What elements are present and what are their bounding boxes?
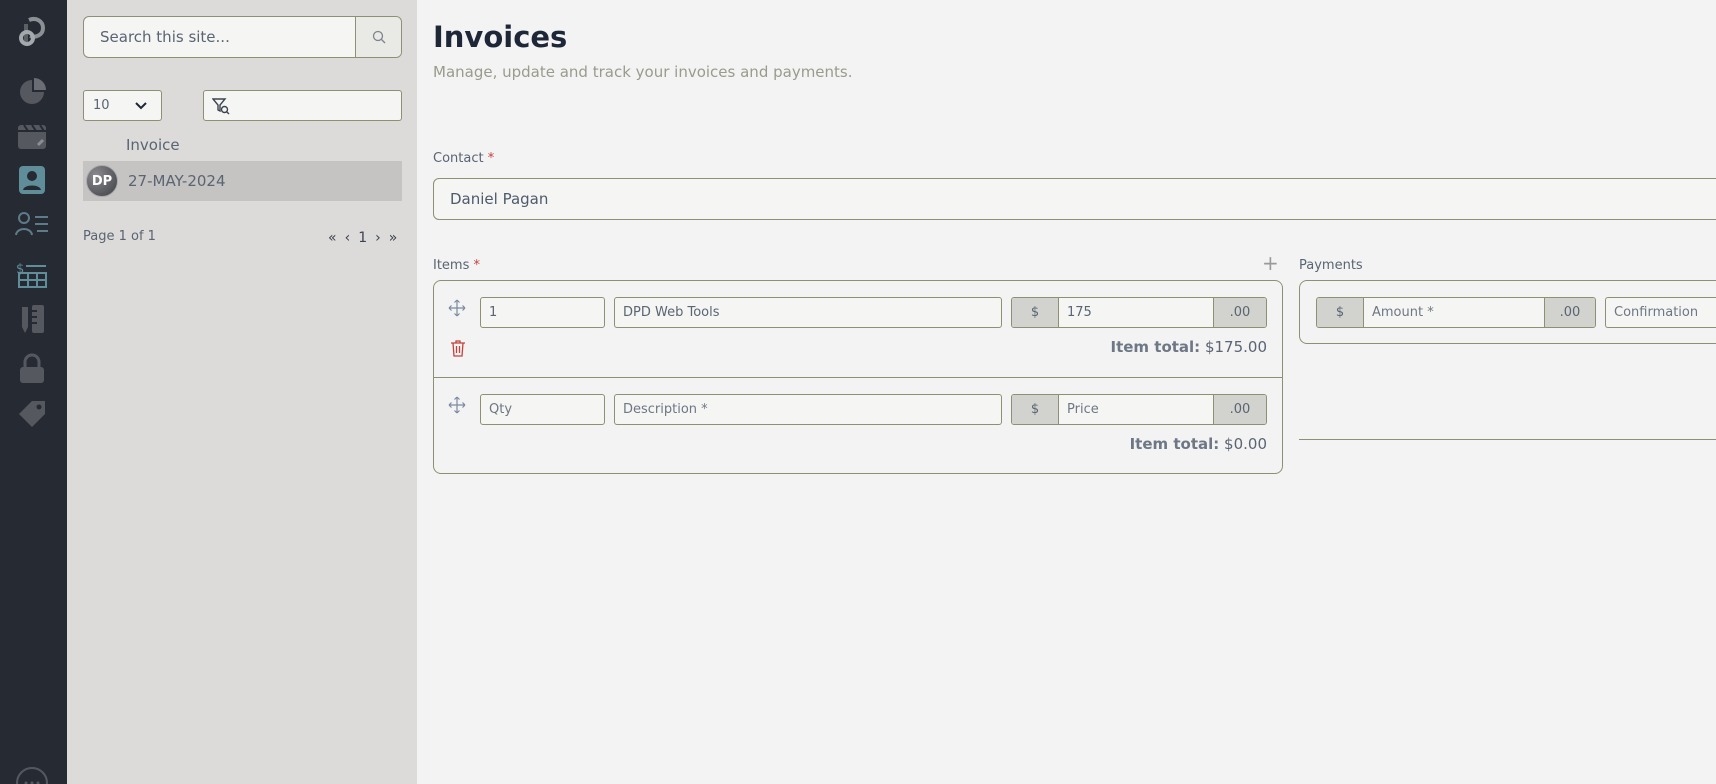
last-page-button[interactable]: »	[389, 230, 398, 246]
required-mark: *	[487, 151, 495, 166]
filter-search-icon	[212, 97, 230, 114]
contact-value: Daniel Pagan	[450, 190, 549, 208]
description-field[interactable]: Description *	[614, 394, 1002, 425]
contact-label: Contact *	[433, 151, 494, 166]
required-mark: *	[473, 258, 481, 273]
items-label-text: Items	[433, 258, 470, 273]
site-search	[83, 16, 402, 58]
cents-addon: .00	[1545, 298, 1595, 327]
move-icon[interactable]	[448, 396, 466, 414]
more-icon[interactable]	[15, 766, 49, 784]
item-total: Item total: $175.00	[1111, 338, 1268, 356]
user-list-icon[interactable]	[15, 207, 49, 241]
search-icon	[372, 30, 385, 44]
item-total: Item total: $0.00	[1130, 435, 1267, 453]
currency-addon: $	[1012, 298, 1058, 327]
qty-field[interactable]: 1	[480, 297, 605, 328]
invoice-list-panel: 10 Invoice DP 27-MAY-2024 Page 1 of 1 « …	[67, 0, 417, 784]
price-group: $ 175 .00	[1011, 297, 1267, 328]
pagination: « ‹ 1 › »	[328, 230, 397, 246]
main-content: Invoices Manage, update and track your i…	[417, 0, 1716, 784]
list-item: 1 DPD Web Tools $ 175 .00 Item total: $1…	[434, 281, 1282, 378]
prev-page-button[interactable]: ‹	[345, 230, 351, 246]
page-size-value: 10	[93, 98, 110, 113]
cents-addon: .00	[1214, 395, 1266, 424]
item-total-label: Item total:	[1129, 435, 1220, 453]
invoice-date: 27-MAY-2024	[128, 172, 226, 190]
price-field[interactable]: 175	[1058, 298, 1214, 327]
item-total-label: Item total:	[1110, 338, 1201, 356]
table-row[interactable]: DP 27-MAY-2024	[83, 161, 402, 201]
tag-icon[interactable]	[15, 397, 49, 431]
svg-text:$: $	[16, 262, 24, 277]
trash-icon[interactable]	[450, 339, 466, 357]
divider	[1299, 439, 1716, 440]
first-page-button[interactable]: «	[328, 230, 337, 246]
amount-group: $ Amount * .00	[1316, 297, 1596, 328]
description-field[interactable]: DPD Web Tools	[614, 297, 1002, 328]
search-input[interactable]	[84, 17, 355, 57]
contact-field[interactable]: Daniel Pagan	[433, 178, 1716, 220]
item-total-value: $0.00	[1224, 435, 1267, 453]
page-info: Page 1 of 1	[83, 229, 156, 244]
next-page-button[interactable]: ›	[375, 230, 381, 246]
add-item-button[interactable]: +	[1262, 253, 1279, 273]
page-subtitle: Manage, update and track your invoices a…	[433, 63, 853, 81]
amount-field[interactable]: Amount *	[1363, 298, 1545, 327]
items-list: 1 DPD Web Tools $ 175 .00 Item total: $1…	[433, 280, 1283, 474]
filter-input[interactable]	[203, 90, 402, 121]
ruler-pencil-icon[interactable]	[15, 302, 49, 336]
qty-field[interactable]: Qty	[480, 394, 605, 425]
payments-label: Payments	[1299, 258, 1363, 273]
page-title: Invoices	[433, 20, 568, 54]
column-header-invoice[interactable]: Invoice	[126, 136, 180, 154]
item-total-value: $175.00	[1204, 338, 1267, 356]
logo-icon[interactable]	[15, 14, 49, 48]
chevron-down-icon	[135, 101, 147, 109]
calendar-edit-icon[interactable]	[15, 119, 49, 153]
pie-chart-icon[interactable]	[15, 75, 49, 109]
contact-label-text: Contact	[433, 151, 484, 166]
currency-addon: $	[1317, 298, 1363, 327]
list-item: Qty Description * $ Price .00 Item total…	[434, 377, 1282, 474]
avatar: DP	[86, 165, 118, 197]
cents-addon: .00	[1214, 298, 1266, 327]
icon-rail: $	[0, 0, 67, 784]
lock-icon[interactable]	[15, 352, 49, 386]
payments-list: $ Amount * .00 Confirmation	[1299, 280, 1716, 344]
move-icon[interactable]	[448, 299, 466, 317]
items-label: Items *	[433, 258, 480, 273]
price-group: $ Price .00	[1011, 394, 1267, 425]
confirmation-field[interactable]: Confirmation	[1605, 297, 1716, 328]
search-button[interactable]	[355, 17, 401, 57]
currency-addon: $	[1012, 395, 1058, 424]
page-size-select[interactable]: 10	[83, 90, 162, 121]
invoice-table-icon[interactable]: $	[15, 258, 49, 292]
price-field[interactable]: Price	[1058, 395, 1214, 424]
user-icon[interactable]	[15, 163, 49, 197]
current-page[interactable]: 1	[358, 230, 367, 246]
